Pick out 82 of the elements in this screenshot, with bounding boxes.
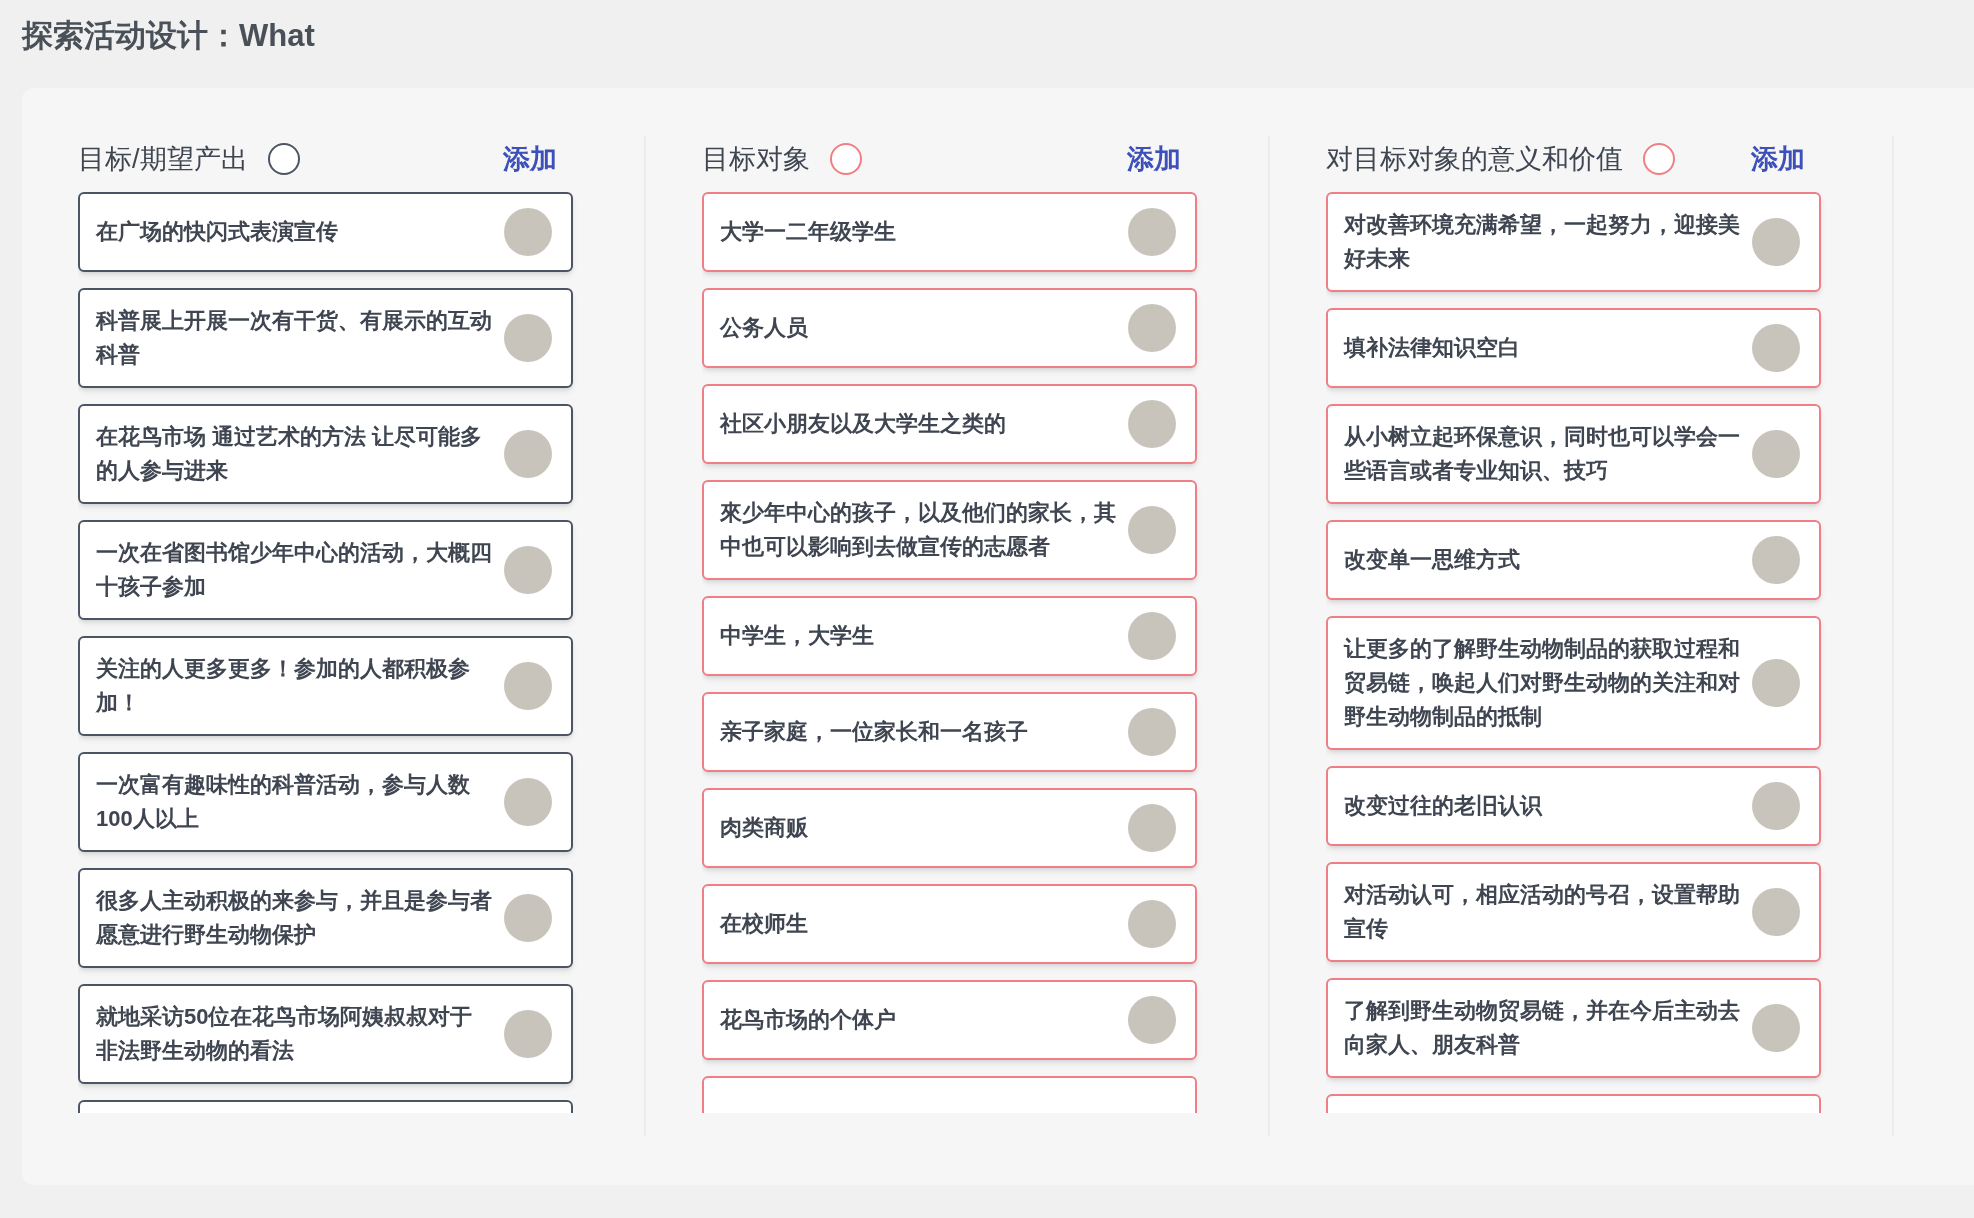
avatar-placeholder <box>1128 208 1176 256</box>
idea-card[interactable]: 填补法律知识空白 <box>1326 308 1821 388</box>
add-button[interactable]: 添加 <box>1127 141 1181 177</box>
avatar-placeholder <box>1128 804 1176 852</box>
card-text: 一次富有趣味性的科普活动，参与人数100人以上 <box>96 771 471 833</box>
avatar-placeholder <box>1128 612 1176 660</box>
idea-card[interactable]: 对活动认可，相应活动的号召，设置帮助宣传 <box>1326 862 1821 962</box>
avatar-placeholder <box>1128 900 1176 948</box>
idea-card[interactable]: 让更多的了解野生动物制品的获取过程和贸易链，唤起人们对野生动物的关注和对野生动物制品的抵制 <box>1326 616 1821 750</box>
card-text: 很多人主动积极的来参与，并且是参与者愿意进行野生动物保护 <box>96 887 492 949</box>
card-text: 亲子家庭，一位家长和一名孩子 <box>720 718 1029 746</box>
add-button[interactable]: 添加 <box>503 141 557 177</box>
card-text: 肉类商贩 <box>720 814 809 842</box>
avatar-placeholder <box>1752 1004 1800 1052</box>
card-text: 在广场的快闪式表演宣传 <box>96 218 339 246</box>
avatar-placeholder <box>504 314 552 362</box>
idea-card[interactable]: 社区小朋友以及大学生之类的 <box>702 384 1197 464</box>
idea-card[interactable]: 肉类商贩 <box>702 788 1197 868</box>
idea-card[interactable]: 中学生，大学生 <box>702 596 1197 676</box>
avatar-placeholder <box>504 1010 552 1058</box>
card-text: 从小树立起环保意识，同时也可以学会一些语言或者专业知识、技巧 <box>1344 423 1740 485</box>
card-text: 改变单一思维方式 <box>1344 546 1521 574</box>
idea-card[interactable]: 花鸟市场的个体户 <box>702 980 1197 1060</box>
avatar-placeholder <box>504 778 552 826</box>
column-title: 目标对象 <box>702 143 810 176</box>
card-text: 对活动认可，相应活动的号召，设置帮助宣传 <box>1344 881 1740 943</box>
card-text: 让更多的了解野生动物制品的获取过程和贸易链，唤起人们对野生动物的关注和对野生动物制品的抵制 <box>1344 635 1740 731</box>
idea-card[interactable]: 在校师生 <box>702 884 1197 964</box>
avatar-placeholder <box>504 208 552 256</box>
page-title: 探索活动设计：What <box>22 17 315 55</box>
idea-card[interactable]: 关注的人更多更多！参加的人都积极参加！ <box>78 636 573 736</box>
card-text: 中学生，大学生 <box>720 622 875 650</box>
idea-card[interactable]: 改变单一思维方式 <box>1326 520 1821 600</box>
idea-card[interactable]: 亲子家庭，一位家长和一名孩子 <box>702 692 1197 772</box>
column-title: 目标/期望产出 <box>78 143 248 176</box>
idea-card[interactable]: 改变过往的老旧认识 <box>1326 766 1821 846</box>
card-text: 填补法律知识空白 <box>1344 334 1521 362</box>
idea-card[interactable]: 一次富有趣味性的科普活动，参与人数100人以上 <box>78 752 573 852</box>
idea-card[interactable]: 科普展上开展一次有干货、有展示的互动科普 <box>78 288 573 388</box>
idea-card[interactable]: 很多人主动积极的来参与，并且是参与者愿意进行野生动物保护 <box>78 868 573 968</box>
avatar-placeholder <box>1752 782 1800 830</box>
idea-card[interactable]: 从小树立起环保意识，同时也可以学会一些语言或者专业知识、技巧 <box>1326 404 1821 504</box>
card-text: 大学一二年级学生 <box>720 218 897 246</box>
card-text: 社区小朋友以及大学生之类的 <box>720 410 1007 438</box>
avatar-placeholder <box>1752 536 1800 584</box>
idea-card[interactable]: 对改善环境充满希望，一起努力，迎接美好未来 <box>1326 192 1821 292</box>
idea-card[interactable]: 在广场的快闪式表演宣传 <box>78 192 573 272</box>
card-text: 改变过往的老旧认识 <box>1344 792 1544 820</box>
card-text: 花鸟市场的个体户 <box>720 1006 897 1034</box>
avatar-placeholder <box>1128 304 1176 352</box>
avatar-placeholder <box>1752 659 1800 707</box>
add-button[interactable]: 添加 <box>1751 141 1805 177</box>
idea-card[interactable]: 公务人员 <box>702 288 1197 368</box>
avatar-placeholder <box>504 662 552 710</box>
idea-card[interactable]: 就地采访50位在花鸟市场阿姨叔叔对于非法野生动物的看法 <box>78 984 573 1084</box>
avatar-placeholder <box>504 894 552 942</box>
avatar-placeholder <box>1128 996 1176 1044</box>
card-text: 科普展上开展一次有干货、有展示的互动科普 <box>96 307 492 369</box>
idea-card[interactable]: 來少年中心的孩子，以及他们的家长，其中也可以影响到去做宣传的志愿者 <box>702 480 1197 580</box>
card-text: 关注的人更多更多！参加的人都积极参加！ <box>96 655 471 717</box>
avatar-placeholder <box>504 430 552 478</box>
card-text: 在花鸟市场 通过艺术的方法 让尽可能多的人参与进来 <box>96 423 484 485</box>
card-text: 一次在省图书馆少年中心的活动，大概四十孩子参加 <box>96 539 492 601</box>
avatar-placeholder <box>1752 324 1800 372</box>
card-text: 公务人员 <box>720 314 809 342</box>
avatar-placeholder <box>1128 708 1176 756</box>
card-text: 來少年中心的孩子，以及他们的家长，其中也可以影响到去做宣传的志愿者 <box>720 499 1116 561</box>
idea-card[interactable]: 在花鸟市场 通过艺术的方法 让尽可能多的人参与进来 <box>78 404 573 504</box>
avatar-placeholder <box>1752 430 1800 478</box>
idea-card[interactable]: 一次在省图书馆少年中心的活动，大概四十孩子参加 <box>78 520 573 620</box>
card-text: 在校师生 <box>720 910 809 938</box>
avatar-placeholder <box>504 546 552 594</box>
avatar-placeholder <box>1128 400 1176 448</box>
avatar-placeholder <box>1128 506 1176 554</box>
card-text: 了解到野生动物贸易链，并在今后主动去向家人、朋友科普 <box>1344 997 1740 1059</box>
avatar-placeholder <box>1752 218 1800 266</box>
card-text: 对改善环境充满希望，一起努力，迎接美好未来 <box>1344 211 1740 273</box>
card-text: 就地采访50位在花鸟市场阿姨叔叔对于非法野生动物的看法 <box>96 1003 474 1065</box>
idea-card[interactable]: 了解到野生动物贸易链，并在今后主动去向家人、朋友科普 <box>1326 978 1821 1078</box>
column-title: 对目标对象的意义和价值 <box>1326 143 1623 176</box>
avatar-placeholder <box>1752 888 1800 936</box>
idea-card[interactable]: 大学一二年级学生 <box>702 192 1197 272</box>
